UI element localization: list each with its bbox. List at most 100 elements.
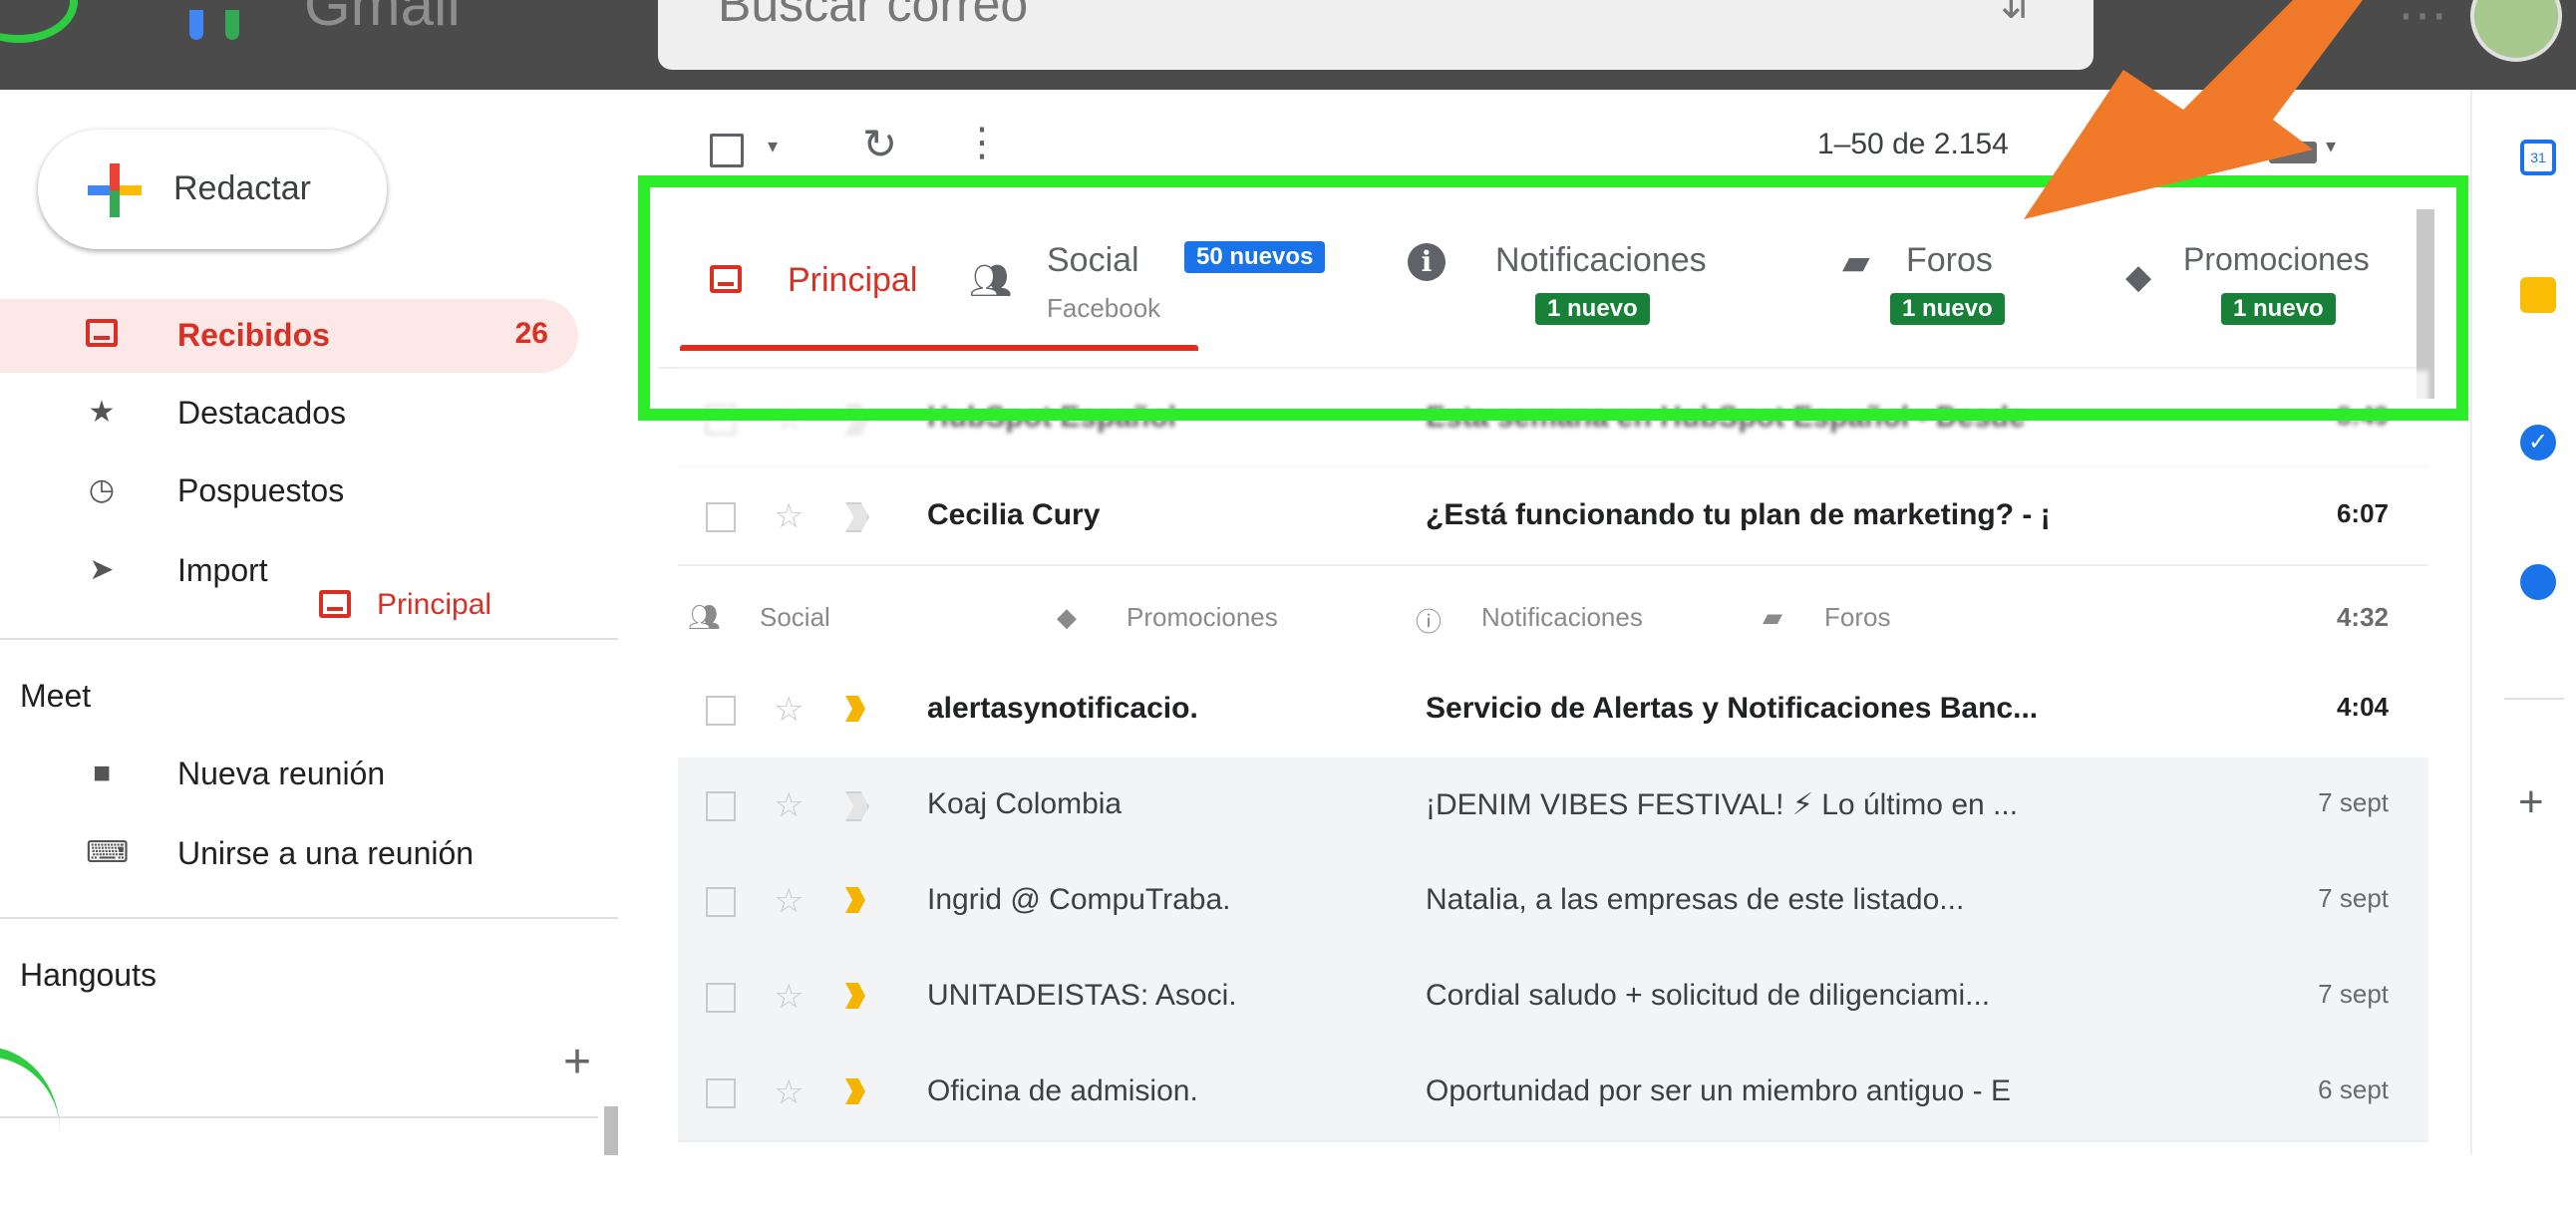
email-subject: Servicio de Alertas y Notificaciones Ban… (1426, 692, 2039, 725)
calendar-icon[interactable]: 31 (2520, 140, 2556, 175)
star-icon: ★ (88, 396, 116, 429)
row-checkbox[interactable] (706, 696, 736, 726)
row-checkbox[interactable] (706, 983, 736, 1013)
select-all-checkbox[interactable] (710, 134, 744, 167)
row-checkbox[interactable] (706, 1078, 736, 1108)
divider (0, 638, 618, 640)
compose-plus-icon-vertical (110, 163, 120, 217)
sidebar-item-label: Recibidos (177, 317, 330, 353)
side-panel (2470, 90, 2576, 1155)
email-date: 6:07 (2336, 498, 2389, 528)
drag-chip-label: Principal (377, 588, 492, 621)
row-checkbox[interactable] (706, 887, 736, 917)
email-row[interactable]: ☆ UNITADEISTAS: Asoci. Cordial saludo + … (678, 949, 2428, 1047)
divider (0, 1116, 598, 1118)
category-label: Promociones (1127, 602, 1278, 632)
pagination-range: 1–50 de 2.154 (1817, 128, 2009, 160)
annotation-arc (0, 1047, 60, 1216)
annotation-arc (0, 0, 78, 43)
hangouts-title: Hangouts (20, 957, 157, 993)
sidebar-item-destacados[interactable]: ★ Destacados (0, 377, 578, 451)
email-sender: Ingrid @ CompuTraba. (927, 883, 1231, 916)
email-date: 7 sept (2318, 883, 2389, 913)
drag-chip-principal[interactable]: Principal (319, 588, 491, 622)
email-row[interactable]: ☆ Cecilia Cury ¿Está funcionando tu plan… (678, 468, 2428, 566)
star-icon[interactable]: ☆ (774, 1072, 804, 1112)
search-bar[interactable]: Buscar correo ⇵ (658, 0, 2093, 70)
meet-item-label: Unirse a una reunión (177, 835, 475, 871)
category-row[interactable]: 👥︎ Social ◆ Promociones ⓘ Notificaciones… (678, 568, 2428, 666)
apps-icon[interactable]: ⋯ (2398, 0, 2451, 40)
clock-icon: ◷ (88, 473, 116, 506)
search-options-icon[interactable]: ⇵ (2000, 0, 2034, 28)
star-icon[interactable]: ☆ (774, 496, 804, 536)
important-marker-icon[interactable] (845, 502, 869, 532)
category-label: Foros (1824, 602, 1891, 632)
important-icon: ➤ (89, 553, 115, 586)
sidebar-item-pospuestos[interactable]: ◷ Pospuestos (0, 455, 578, 528)
refresh-icon[interactable]: ↻ (862, 120, 897, 168)
important-marker-icon[interactable] (845, 887, 865, 913)
meet-title: Meet (20, 678, 92, 714)
email-row[interactable]: ☆ Oficina de admision. Oportunidad por s… (678, 1045, 2428, 1142)
people-icon: 👥︎ (688, 602, 722, 632)
keyboard-icon: ⌨ (86, 836, 130, 869)
email-sender: Cecilia Cury (927, 498, 1101, 531)
important-marker-icon[interactable] (845, 696, 865, 722)
inbox-icon (319, 590, 351, 618)
more-options-icon[interactable]: ⋮ (962, 120, 1002, 165)
tasks-icon[interactable]: ✓ (2520, 425, 2556, 460)
star-icon[interactable]: ☆ (774, 785, 804, 825)
email-date: 7 sept (2318, 979, 2389, 1009)
app-name: Gmail (304, 0, 461, 38)
email-date: 4:04 (2336, 692, 2389, 722)
gmail-logo-icon[interactable] (189, 10, 279, 40)
inbox-icon (86, 319, 118, 351)
top-bar: Gmail Buscar correo ⇵ ⋯ (0, 0, 2576, 90)
input-tools-caret-icon[interactable]: ▾ (2326, 134, 2336, 158)
row-checkbox[interactable] (706, 791, 736, 821)
meet-join-meeting[interactable]: ⌨ Unirse a una reunión (0, 817, 578, 891)
sidebar-item-label: Import (177, 552, 268, 588)
category-label: Social (760, 602, 830, 632)
avatar[interactable] (2470, 0, 2562, 62)
row-checkbox[interactable] (706, 502, 736, 532)
email-row[interactable]: ☆ Koaj Colombia ¡DENIM VIBES FESTIVAL! ⚡… (678, 758, 2428, 855)
keep-icon[interactable] (2520, 277, 2556, 313)
sidebar-scrollbar[interactable] (604, 1106, 618, 1155)
email-row[interactable]: ☆ Ingrid @ CompuTraba. Natalia, a las em… (678, 853, 2428, 951)
email-sender: UNITADEISTAS: Asoci. (927, 979, 1237, 1012)
input-tools-icon[interactable] (2269, 142, 2317, 163)
important-marker-icon[interactable] (845, 983, 865, 1009)
video-icon: ■ (92, 757, 112, 789)
email-subject: Natalia, a las empresas de este listado.… (1426, 883, 1965, 916)
important-marker-icon[interactable] (845, 1078, 865, 1104)
email-subject: ¿Está funcionando tu plan de marketing? … (1426, 498, 2051, 531)
next-page-icon[interactable]: › (2183, 120, 2196, 162)
email-subject: Cordial saludo + solicitud de diligencia… (1426, 979, 1991, 1012)
important-marker-icon[interactable] (845, 791, 869, 821)
get-addons-icon[interactable]: + (2518, 777, 2544, 827)
add-hangout-icon[interactable]: + (563, 1035, 591, 1089)
highlight-box (638, 175, 2468, 421)
sidebar-item-label: Destacados (177, 395, 346, 431)
star-icon[interactable]: ☆ (774, 977, 804, 1017)
compose-button[interactable]: Redactar (38, 130, 387, 249)
star-icon[interactable]: ☆ (774, 690, 804, 730)
contacts-icon[interactable] (2520, 564, 2556, 600)
meet-new-meeting[interactable]: ■ Nueva reunión (0, 738, 578, 811)
divider (2504, 698, 2564, 700)
select-caret-icon[interactable]: ▾ (768, 134, 778, 158)
compose-label: Redactar (173, 169, 311, 207)
sidebar-item-label: Pospuestos (177, 472, 345, 508)
sidebar-item-recibidos[interactable]: Recibidos 26 (0, 299, 578, 373)
email-date: 7 sept (2318, 787, 2389, 817)
meet-item-label: Nueva reunión (177, 756, 386, 791)
email-sender: Koaj Colombia (927, 787, 1123, 820)
forum-icon: ▰ (1763, 602, 1782, 632)
unread-count: 26 (514, 317, 548, 350)
email-sender: alertasynotificacio. (927, 692, 1198, 725)
email-subject: ¡DENIM VIBES FESTIVAL! ⚡ Lo último en ..… (1426, 788, 2019, 821)
star-icon[interactable]: ☆ (774, 881, 804, 921)
email-row[interactable]: ☆ alertasynotificacio. Servicio de Alert… (678, 662, 2428, 760)
